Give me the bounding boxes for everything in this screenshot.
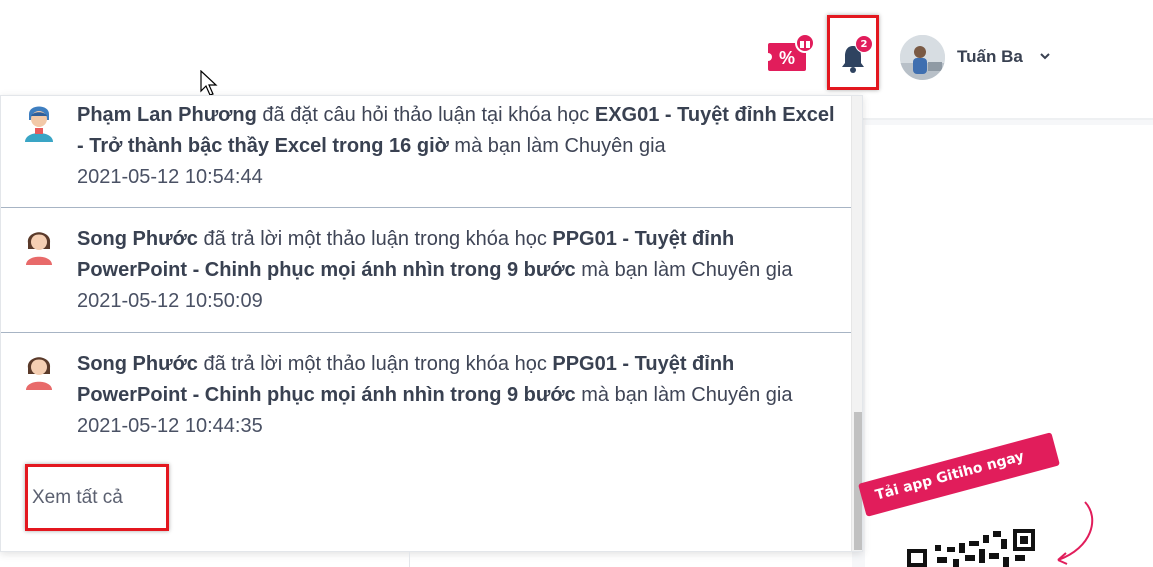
notification-item[interactable]: Song Phước đã trả lời một thảo luận tron…	[1, 208, 851, 333]
see-all-label: Xem tất cả	[32, 487, 123, 508]
notification-time: 2021-05-12 10:50:09	[77, 290, 263, 312]
svg-text:%: %	[779, 48, 795, 68]
see-all-link[interactable]: Xem tất cả	[25, 464, 169, 531]
user-avatar-icon	[25, 106, 53, 142]
header-divider	[862, 118, 1153, 120]
notification-bell-button[interactable]: 2	[827, 15, 879, 90]
notification-time: 2021-05-12 10:54:44	[77, 166, 263, 188]
avatar[interactable]	[900, 35, 945, 80]
mouse-cursor-icon	[200, 70, 218, 96]
notification-time: 2021-05-12 10:44:35	[77, 415, 263, 437]
notification-item[interactable]: Phạm Lan Phương đã đặt câu hỏi thảo luận…	[1, 96, 851, 208]
scrollbar-thumb[interactable]	[854, 412, 862, 550]
chevron-down-icon[interactable]	[1038, 50, 1052, 62]
user-avatar-icon	[26, 357, 52, 390]
user-avatar-icon	[26, 232, 52, 265]
user-name[interactable]: Tuấn Ba	[957, 47, 1023, 67]
notification-item[interactable]: Song Phước đã trả lời một thảo luận tron…	[1, 333, 851, 463]
divider	[409, 552, 410, 567]
notification-count-badge: 2	[855, 35, 873, 53]
promo-gift-icon[interactable]: %	[764, 33, 818, 76]
qr-code-icon[interactable]	[907, 525, 1042, 567]
curved-arrow-icon	[1057, 501, 1094, 565]
